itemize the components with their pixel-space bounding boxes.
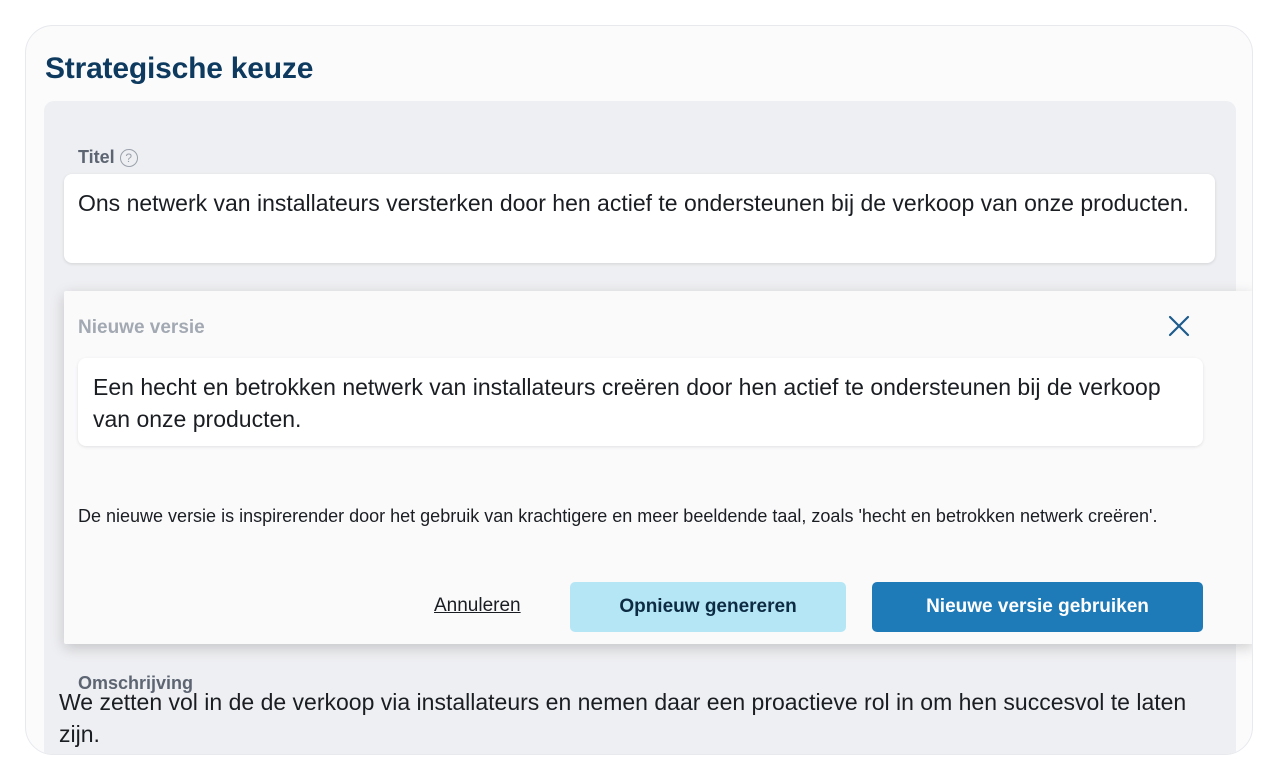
title-field-label: Titel ?	[78, 147, 138, 168]
help-icon[interactable]: ?	[119, 148, 138, 167]
title-input[interactable]: Ons netwerk van installateurs versterken…	[64, 174, 1215, 263]
new-version-text[interactable]: Een hecht en betrokken netwerk van insta…	[78, 358, 1203, 446]
new-version-label: Nieuwe versie	[78, 317, 205, 338]
description-input[interactable]: We zetten vol in de de verkoop via insta…	[59, 686, 1189, 750]
strategic-choice-card: Strategische keuze Titel ? Ons netwerk v…	[25, 25, 1253, 755]
title-label-text: Titel	[78, 147, 115, 167]
cancel-button[interactable]: Annuleren	[434, 595, 521, 617]
regenerate-button[interactable]: Opnieuw genereren	[570, 582, 846, 632]
close-icon[interactable]	[1166, 313, 1192, 339]
use-new-version-button[interactable]: Nieuwe versie gebruiken	[872, 582, 1203, 632]
card-title: Strategische keuze	[45, 52, 314, 85]
new-version-popover: Nieuwe versie Een hecht en betrokken net…	[64, 291, 1252, 644]
new-version-explanation: De nieuwe versie is inspirerender door h…	[78, 506, 1158, 526]
